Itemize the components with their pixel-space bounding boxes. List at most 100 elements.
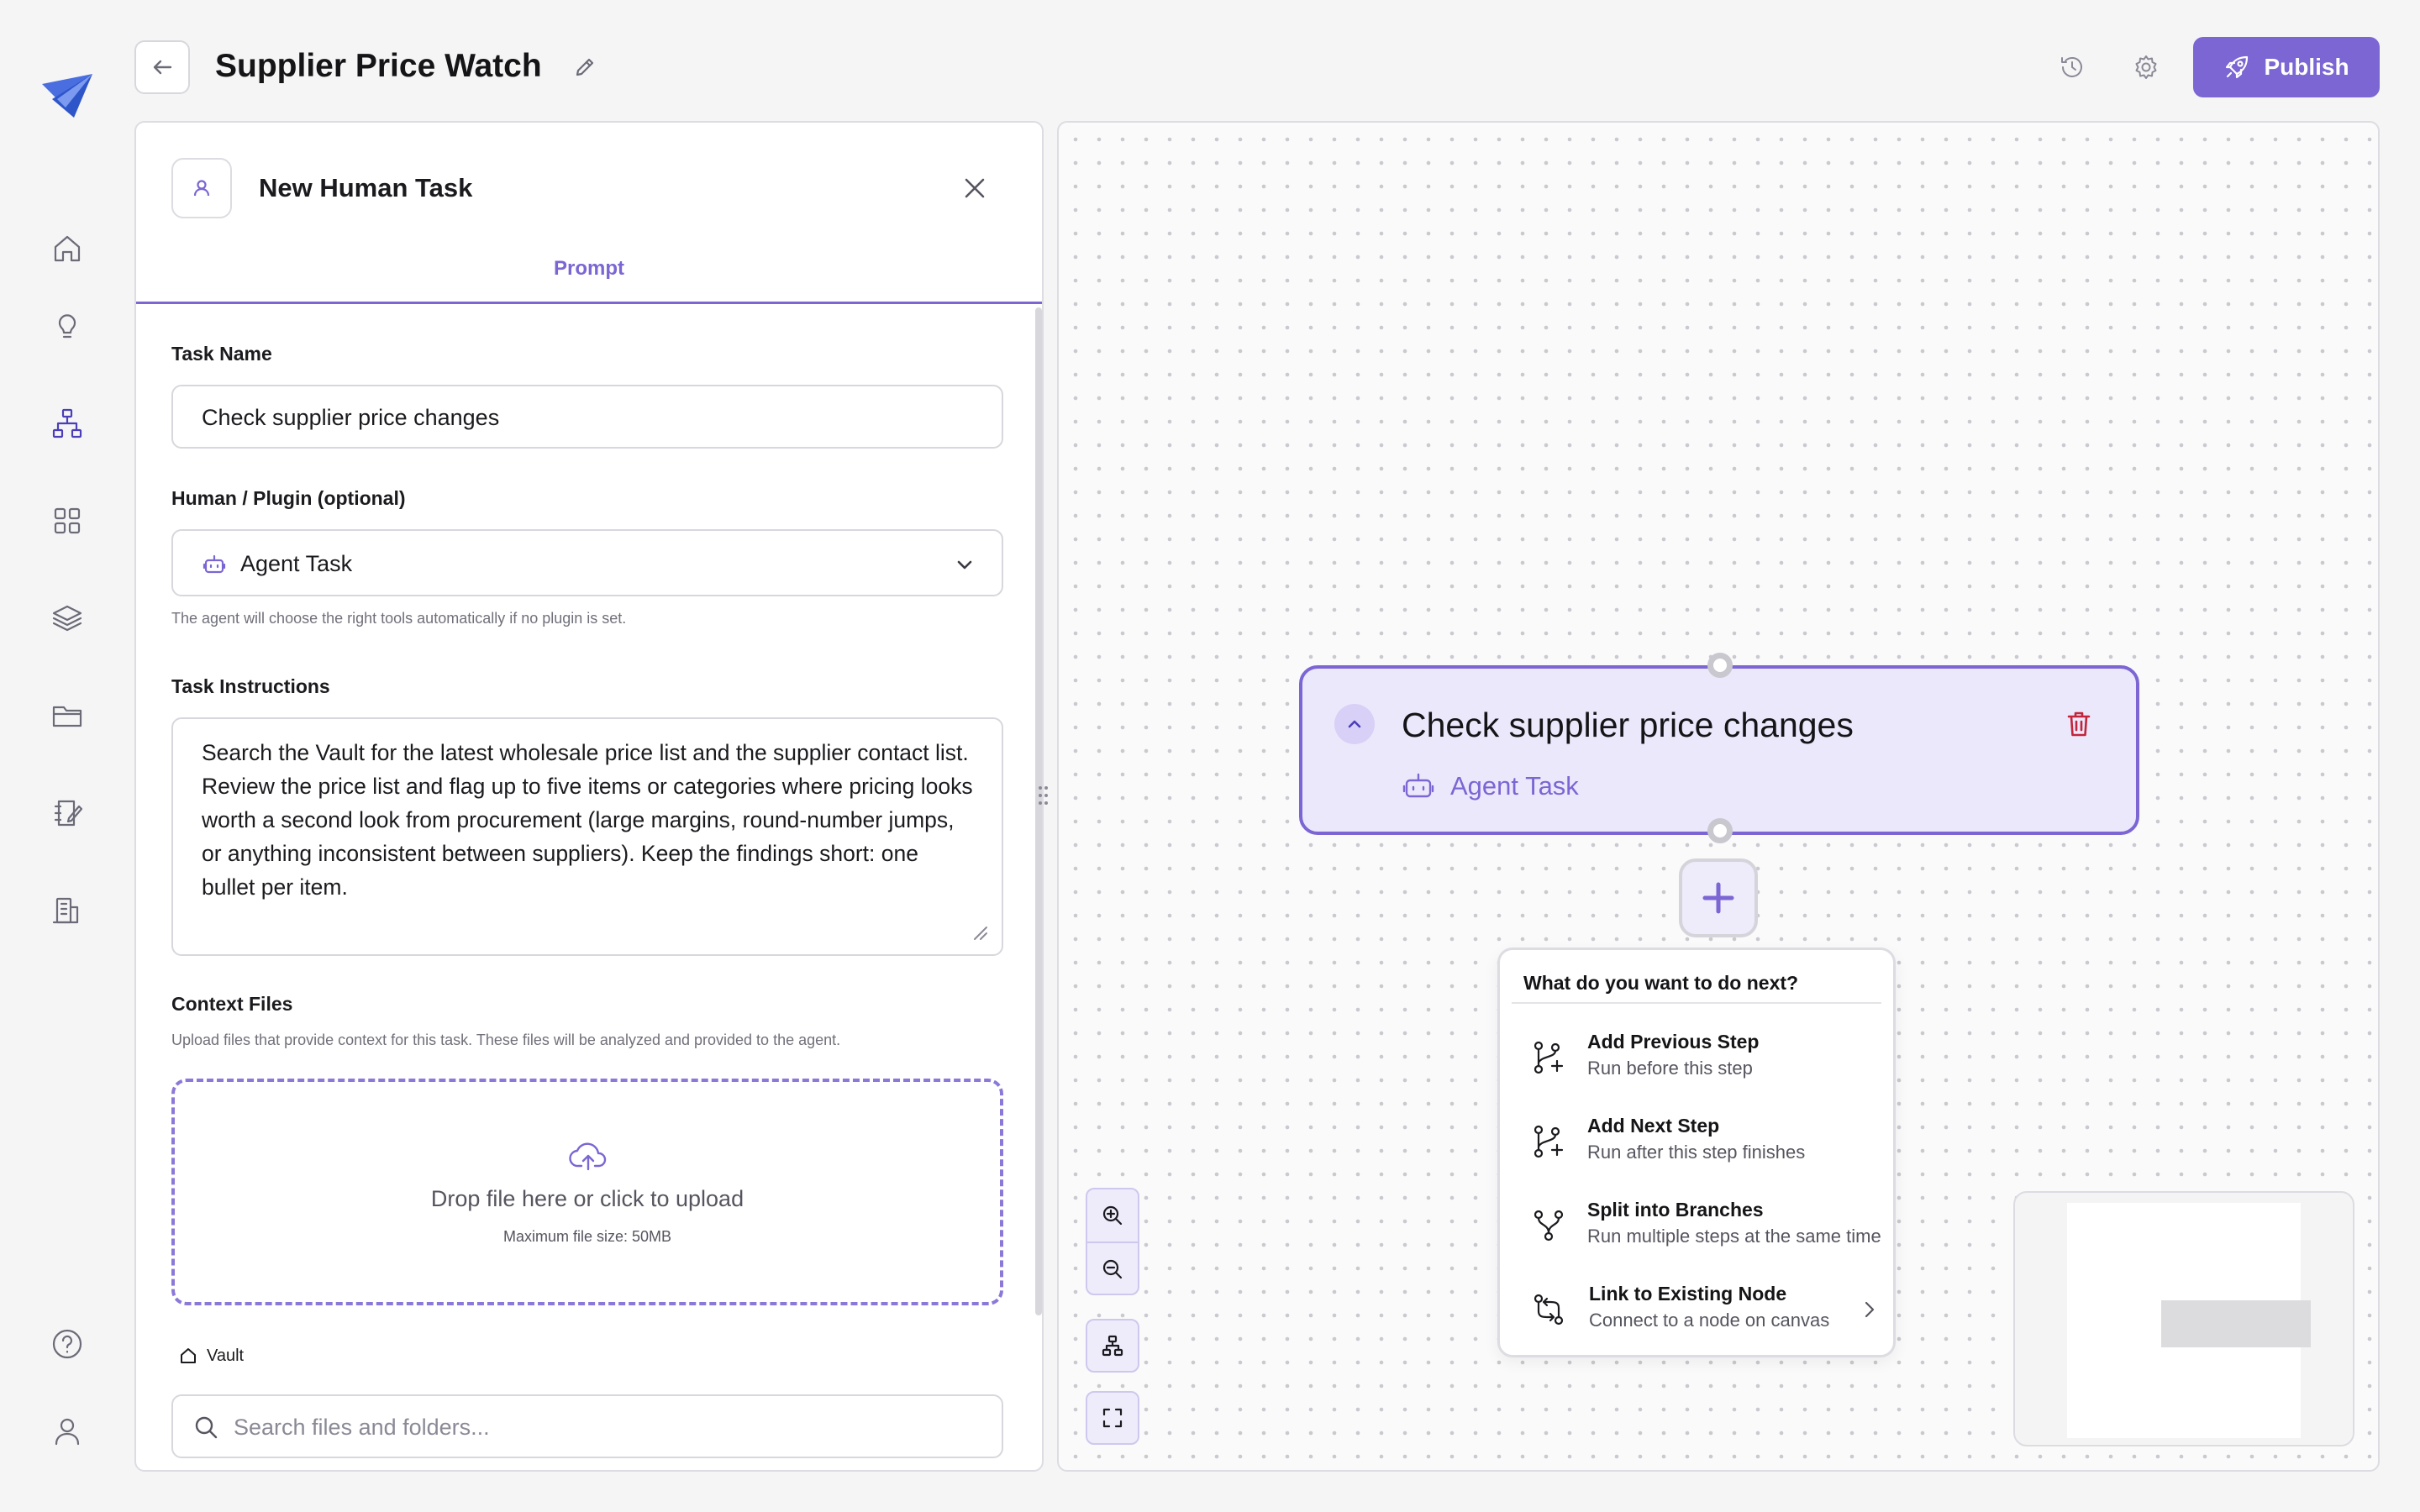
page-title: Supplier Price Watch [215,48,542,84]
menu-item-add-next-step[interactable]: Add Next Step Run after this step finish… [1512,1103,1886,1180]
menu-item-subtitle: Run before this step [1587,1058,1753,1079]
trash-icon [2067,711,2091,737]
chevron-down-icon [957,560,972,570]
menu-item-title: Split into Branches [1587,1199,1764,1221]
node-output-port[interactable] [1707,818,1733,843]
building-icon [52,897,79,924]
file-dropzone[interactable]: Drop file here or click to upload Maximu… [171,1079,1003,1305]
fit-view-button[interactable] [1086,1391,1139,1445]
context-files-hint: Upload files that provide context for th… [171,1032,841,1048]
node-input-port[interactable] [1707,653,1733,678]
folder-icon [52,706,82,727]
menu-item-subtitle: Run multiple steps at the same time [1587,1226,1881,1247]
file-search-input[interactable]: Search files and folders... [171,1394,1003,1458]
app-logo[interactable] [40,71,94,121]
publish-button[interactable]: Publish [2193,37,2380,97]
instructions-label: Task Instructions [171,675,330,697]
menu-item-subtitle: Connect to a node on canvas [1589,1310,1830,1331]
close-panel-button[interactable] [956,170,993,207]
sidebar-item-notes[interactable] [42,788,92,838]
history-button[interactable] [2054,49,2091,86]
plugin-hint: The agent will choose the right tools au… [171,610,627,627]
sidebar-item-files[interactable] [42,690,92,741]
next-step-menu: What do you want to do next? Add Previou… [1497,948,1896,1357]
menu-heading: What do you want to do next? [1523,972,1799,994]
help-icon [52,1329,82,1359]
menu-item-split-branches[interactable]: Split into Branches Run multiple steps a… [1512,1187,1886,1264]
instructions-value: Search the Vault for the latest wholesal… [202,740,973,900]
sidebar [0,0,134,1512]
context-files-label: Context Files [171,993,293,1015]
add-step-button[interactable] [1679,858,1758,937]
branch-add-previous-icon [1534,1041,1564,1074]
zoom-in-button[interactable] [1087,1189,1138,1242]
sidebar-item-ideas[interactable] [42,301,92,351]
plugin-select[interactable]: Agent Task [171,529,1003,596]
zoom-in-icon [1102,1205,1123,1226]
cloud-upload-icon [568,1136,608,1176]
workflow-node[interactable]: Check supplier price changes Agent Task [1299,653,2139,843]
task-type-badge [171,158,232,218]
zoom-out-button[interactable] [1087,1243,1138,1295]
panel-title: New Human Task [259,173,473,202]
task-name-input[interactable]: Check supplier price changes [171,385,1003,449]
robot-icon [203,554,226,574]
user-icon [55,1418,80,1446]
task-name-label: Task Name [171,343,272,365]
zoom-out-icon [1102,1259,1123,1279]
menu-item-title: Add Previous Step [1587,1031,1760,1053]
menu-divider [1512,1002,1881,1004]
plugin-value: Agent Task [240,551,353,576]
pencil-icon [576,58,594,76]
settings-button[interactable] [2128,49,2165,86]
sidebar-item-apps[interactable] [42,496,92,546]
edit-title-button[interactable] [568,50,602,84]
home-icon [181,1348,196,1363]
panel-scrollbar[interactable] [1035,307,1042,1315]
dropzone-subtitle: Maximum file size: 50MB [502,1228,672,1245]
instructions-textarea[interactable]: Search the Vault for the latest wholesal… [171,717,1003,956]
task-editor-panel: New Human Task Prompt Task Name Check su… [134,121,1044,1472]
back-button[interactable] [134,40,190,94]
collapse-node-button[interactable] [1334,704,1375,744]
panel-resize-handle[interactable] [1039,783,1049,808]
sidebar-item-profile[interactable] [42,1406,92,1457]
sidebar-item-home[interactable] [42,223,92,274]
workflow-canvas[interactable]: Check supplier price changes Agent Task … [1057,121,2380,1472]
zoom-controls [1086,1188,1139,1295]
menu-item-subtitle: Run after this step finishes [1587,1142,1806,1163]
auto-layout-button[interactable] [1086,1319,1139,1373]
minimap-node [2161,1300,2311,1347]
split-branches-icon [1534,1210,1564,1242]
robot-icon [1402,773,1434,798]
breadcrumb-vault: Vault [207,1346,245,1365]
node-title: Check supplier price changes [1402,706,1854,744]
search-icon [195,1416,218,1439]
menu-item-link-existing-node[interactable]: Link to Existing Node Connect to a node … [1512,1271,1886,1348]
dropzone-title: Drop file here or click to upload [430,1186,744,1211]
plugin-label: Human / Plugin (optional) [171,487,406,509]
org-chart-icon [52,408,82,438]
delete-node-button[interactable] [2060,706,2097,743]
search-placeholder: Search files and folders... [234,1415,490,1440]
node-subtype-label: Agent Task [1450,771,1579,801]
home-icon [54,235,81,262]
menu-item-add-previous-step[interactable]: Add Previous Step Run before this step [1512,1019,1886,1096]
canvas-minimap[interactable] [2013,1191,2354,1446]
resize-grip-icon[interactable] [971,924,988,941]
menu-item-title: Add Next Step [1587,1115,1720,1137]
user-icon [193,180,210,197]
gear-icon [2135,55,2157,79]
tab-prompt[interactable]: Prompt [136,257,1042,281]
lightbulb-icon [58,314,76,339]
sidebar-item-help[interactable] [42,1319,92,1369]
sidebar-item-layers[interactable] [42,593,92,643]
panel-header: New Human Task Prompt [136,123,1042,304]
minimap-viewport[interactable] [2067,1203,2311,1438]
branch-add-next-icon [1534,1125,1564,1158]
breadcrumb[interactable]: Vault [178,1346,244,1366]
org-chart-icon [1102,1335,1123,1357]
sidebar-item-organization[interactable] [42,885,92,936]
chevron-up-icon [1348,720,1361,728]
sidebar-item-workflows[interactable] [42,398,92,449]
